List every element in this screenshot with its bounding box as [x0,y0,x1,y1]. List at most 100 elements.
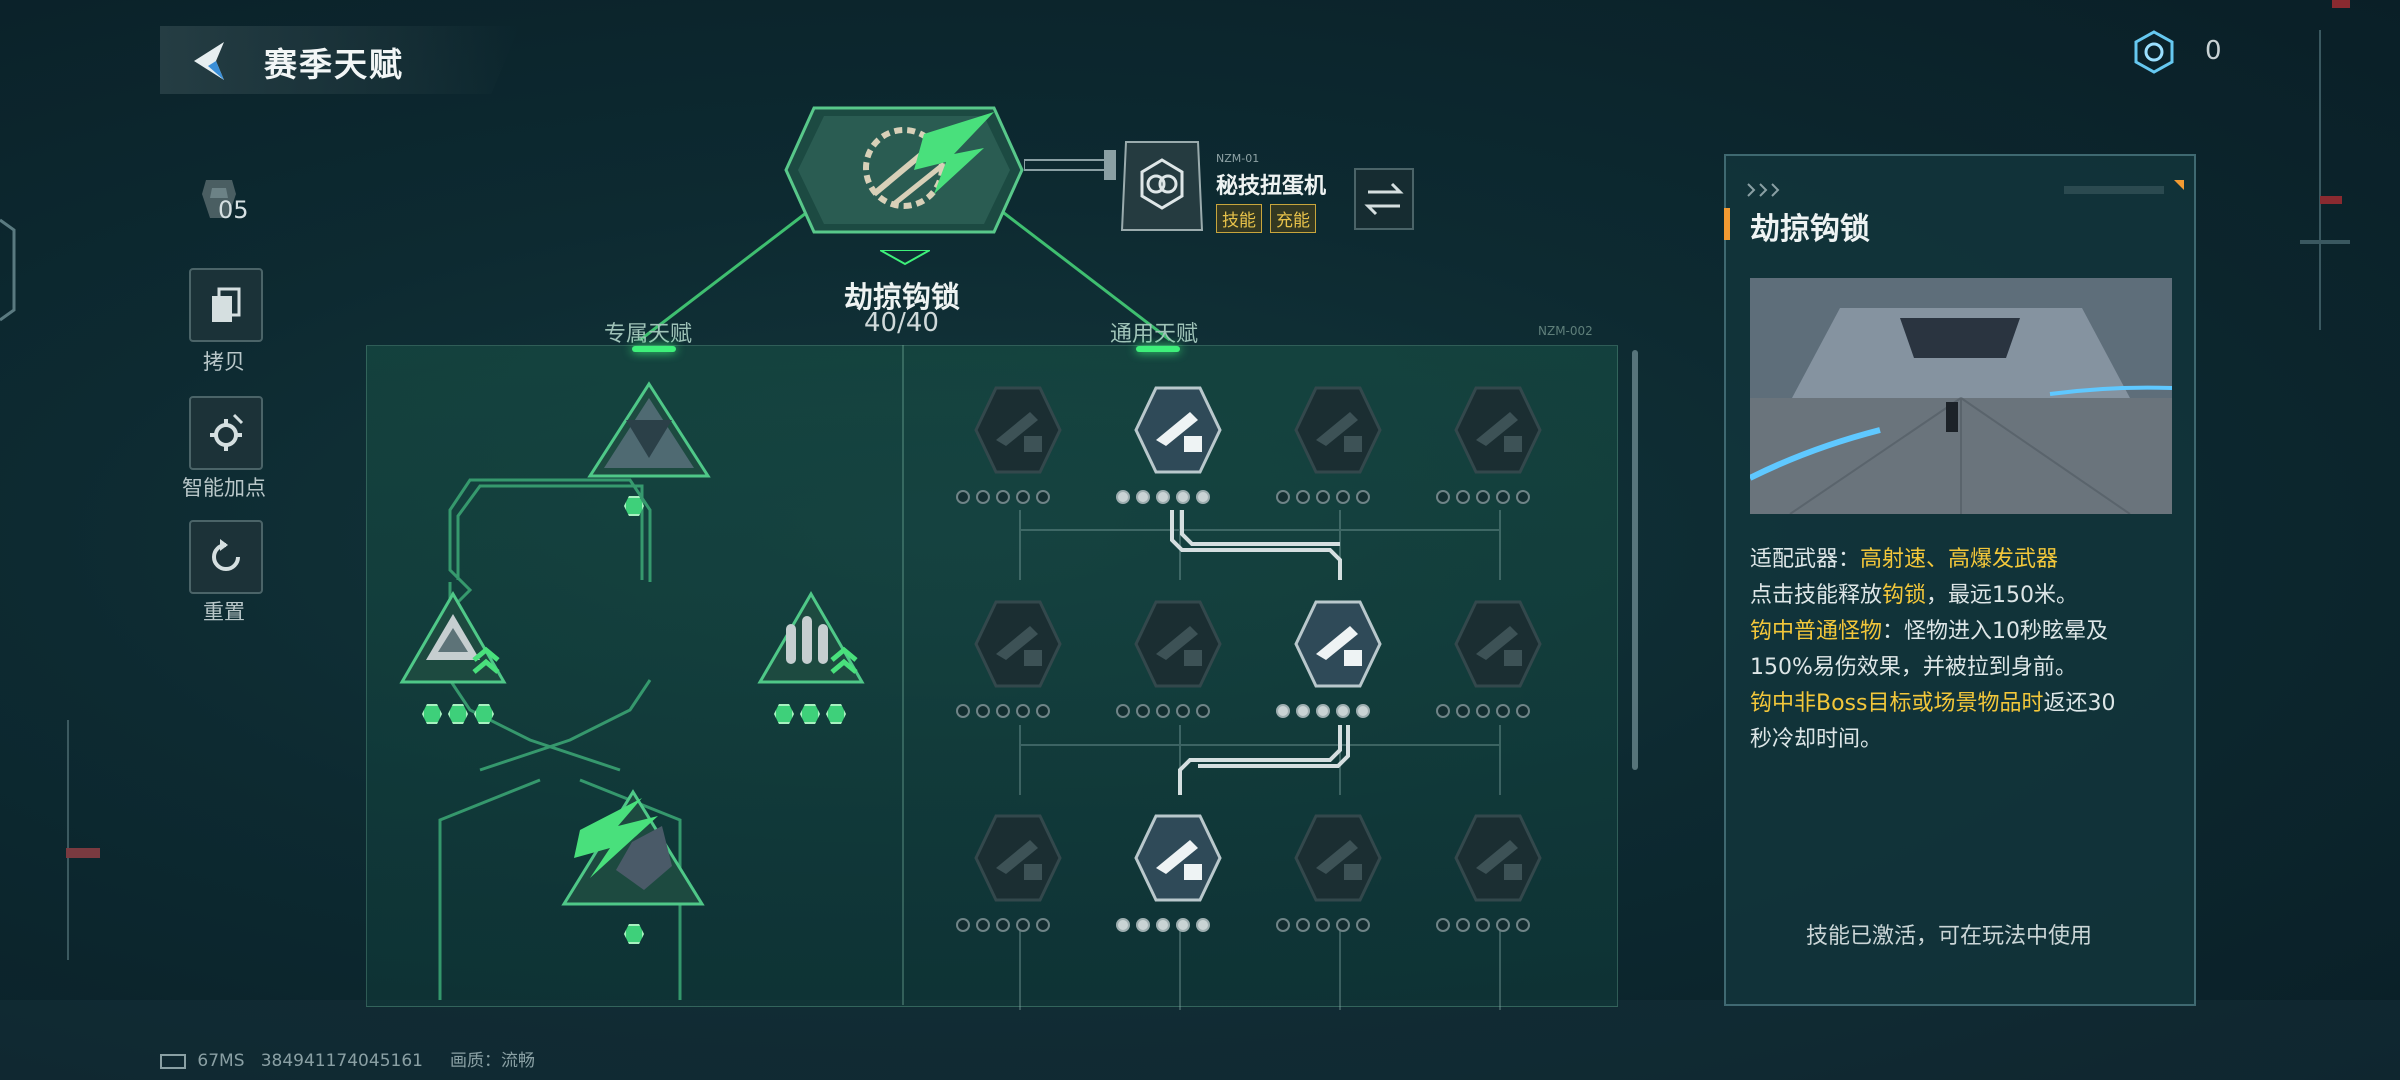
level-pip [1336,490,1350,504]
level-pip [1196,918,1210,932]
level-pip [1356,704,1370,718]
top-skill-marker-icon [876,249,934,266]
desc-line-5-b: 返还30 [2043,691,2116,716]
general-node-level [1116,918,1210,932]
tree-scrollbar[interactable] [1632,350,1638,770]
supply-icon [1134,814,1222,902]
general-node-level [1436,704,1530,718]
desc-line-3-highlight: 钩中普通怪物 [1750,619,1883,644]
level-pip [1036,918,1050,932]
level-pip [1356,490,1370,504]
desc-line-4: 150%易伤效果，并被拉到身前。 [1750,655,2077,680]
module-slot[interactable] [1120,138,1204,234]
general-node-supply[interactable] [1132,812,1224,904]
explosion-icon [974,600,1062,688]
general-node-level [1276,704,1370,718]
quality-value: 流畅 [501,1051,535,1071]
level-pip [1456,704,1470,718]
level-pip [800,704,820,724]
exclusive-node-bottom[interactable] [560,786,706,910]
level-pip [1116,490,1130,504]
level-pip [1356,918,1370,932]
auto-assign-button[interactable] [189,396,263,470]
level-pip [1156,704,1170,718]
sniper-icon [1294,386,1382,474]
general-node-shield[interactable] [972,812,1064,904]
general-node-sniper[interactable] [1292,384,1384,476]
desc-line-2-highlight: 钩锁 [1882,583,1927,608]
talent-points-count: 05 [218,196,249,224]
level-pip [1456,918,1470,932]
level-pip [448,704,468,724]
general-node-explosion[interactable] [972,598,1064,690]
desc-line-5: 钩中非Boss目标或场景物品时返还30 [1750,686,2180,722]
back-arrow-icon [194,42,224,80]
general-node-spider[interactable] [1452,598,1544,690]
general-node-level [1436,490,1530,504]
general-node-skull[interactable] [1132,598,1224,690]
desc-line-3: 钩中普通怪物：怪物进入10秒眩晕及 [1750,614,2180,650]
general-node-target[interactable] [1452,812,1544,904]
level-pip [1016,918,1030,932]
page-title: 赛季天赋 [264,45,404,84]
back-button[interactable] [186,36,236,86]
target-icon [1454,814,1542,902]
desc-line-6: 秒冷却时间。 [1750,727,1883,752]
level-pip [956,918,970,932]
level-pip [1336,918,1350,932]
level-pip [976,490,990,504]
footer-info: 67MS 384941174045161 画质：流畅 [160,1046,535,1071]
level-pip [1516,704,1530,718]
top-skill-node[interactable] [784,104,1024,236]
level-pip [1016,704,1030,718]
spider-icon [1454,600,1542,688]
module-tag-skill: 技能 [1216,204,1262,233]
level-pip [1476,704,1490,718]
level-pip [976,704,990,718]
exclusive-node-left[interactable] [398,590,508,690]
general-node-level [1116,704,1210,718]
reset-label: 重置 [203,600,245,624]
level-pip [1176,704,1190,718]
level-pip [1276,704,1290,718]
currency-count: 0 [2205,36,2222,66]
general-node-fire[interactable] [1292,812,1384,904]
talent-currency-icon [2132,30,2176,74]
detail-description: 适配武器：高射速、高爆发武器 点击技能释放钩锁，最远150米。 钩中普通怪物：怪… [1750,542,2180,758]
level-pip [1316,704,1330,718]
general-node-eye[interactable] [1292,598,1384,690]
auto-assign-label: 智能加点 [182,476,266,500]
level-pip [1196,490,1210,504]
level-pip [1136,918,1150,932]
level-pip [976,918,990,932]
swap-module-button[interactable] [1354,168,1414,230]
ping-value: 67MS [197,1051,245,1071]
quality-label: 画质： [450,1051,501,1071]
reset-button[interactable] [189,520,263,594]
level-pip [996,704,1010,718]
detail-title-accent [1724,208,1730,240]
exclusive-node-top[interactable] [586,380,712,480]
exclusive-section-label: 专属天赋 [604,322,693,347]
skill-status-text: 技能已激活，可在玩法中使用 [1806,924,2093,949]
skull-icon [1134,600,1222,688]
rifle-icon [974,386,1062,474]
desc-line-1-highlight: 高射速、高爆发武器 [1860,547,2059,572]
general-node-assault-rifle[interactable] [1132,384,1224,476]
skill-preview-image [1748,278,2173,515]
top-skill-progress: 40/40 [864,308,939,338]
level-pip [1176,918,1190,932]
general-node-rifle[interactable] [972,384,1064,476]
level-pip [1156,918,1170,932]
general-node-soldier[interactable] [1452,384,1544,476]
level-pip [826,704,846,724]
exclusive-node-right[interactable] [756,590,866,690]
level-pip [1136,704,1150,718]
module-connector [1024,150,1116,180]
level-pip [1436,918,1450,932]
level-pip [1496,704,1510,718]
level-pip [474,704,494,724]
copy-button[interactable] [189,268,263,342]
level-pip [774,704,794,724]
exclusive-node-right-level [774,704,846,724]
